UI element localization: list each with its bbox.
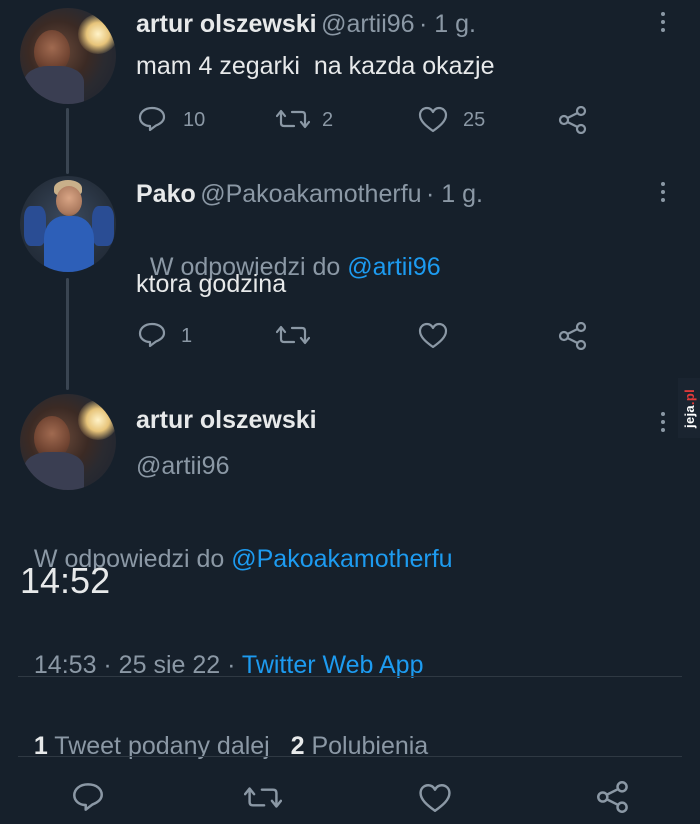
- reply-icon[interactable]: [72, 782, 104, 812]
- author-handle[interactable]: @artii96: [321, 10, 414, 38]
- share-icon[interactable]: [558, 322, 588, 350]
- tweet-time[interactable]: · 1 g.: [426, 180, 483, 208]
- retweet-icon[interactable]: [276, 107, 310, 131]
- tweet-time[interactable]: · 1 g.: [419, 10, 476, 38]
- tweet-source[interactable]: Twitter Web App: [242, 651, 424, 679]
- tweet1-header: artur olszewski @artii96 · 1 g.: [136, 10, 476, 39]
- retweet-count: 2: [322, 109, 334, 131]
- divider: [18, 756, 682, 757]
- avatar-artur[interactable]: [20, 8, 116, 104]
- reply-icon[interactable]: [138, 322, 166, 348]
- author-name[interactable]: artur olszewski: [136, 10, 317, 38]
- avatar-pako[interactable]: [20, 176, 116, 272]
- like-count: 25: [463, 109, 486, 131]
- thread-line: [66, 278, 69, 390]
- divider: [18, 676, 682, 677]
- tweet-timestamp[interactable]: 14:53 · 25 sie 22 ·: [34, 651, 242, 679]
- tweet-text: mam 4 zegarki na kazda okazje: [136, 52, 495, 80]
- jeja-watermark: jeja.pl: [678, 378, 700, 438]
- like-icon[interactable]: [418, 783, 452, 813]
- retweet-icon[interactable]: [276, 323, 310, 347]
- reply-count: 10: [183, 109, 206, 131]
- like-icon[interactable]: [418, 322, 448, 349]
- tweet-text: 14:52: [20, 560, 111, 601]
- author-handle[interactable]: @artii96: [136, 452, 229, 481]
- author-name[interactable]: artur olszewski: [136, 406, 317, 435]
- reply-count: 1: [181, 325, 193, 347]
- reply-to-link[interactable]: @artii96: [347, 253, 440, 281]
- more-options-icon[interactable]: [660, 12, 666, 36]
- more-options-icon[interactable]: [660, 412, 666, 436]
- more-options-icon[interactable]: [660, 182, 666, 206]
- avatar-artur[interactable]: [20, 394, 116, 490]
- tweet-text: ktora godzina: [136, 270, 287, 298]
- author-name[interactable]: Pako: [136, 180, 196, 208]
- share-icon[interactable]: [558, 106, 588, 134]
- like-icon[interactable]: [418, 106, 448, 133]
- retweet-icon[interactable]: [244, 784, 282, 811]
- reply-icon[interactable]: [138, 106, 166, 132]
- tweet-timestamp-row: 14:53 · 25 sie 22 · Twitter Web App: [20, 622, 424, 680]
- share-icon[interactable]: [596, 781, 630, 813]
- engagement-stats: 1 Tweet podany dalej 2 Polubienia: [20, 703, 428, 761]
- reply-to-link[interactable]: @Pakoakamotherfu: [231, 545, 452, 573]
- author-handle[interactable]: @Pakoakamotherfu: [200, 180, 421, 208]
- thread-line: [66, 108, 69, 174]
- tweet2-header: Pako @Pakoakamotherfu · 1 g.: [136, 180, 483, 209]
